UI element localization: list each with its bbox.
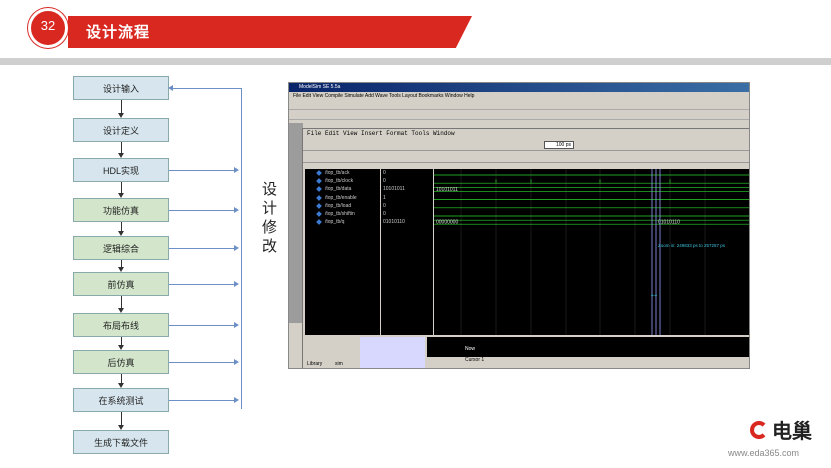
flow-step: 逻辑综合 <box>73 236 169 260</box>
design-modify-label: 设计修改 <box>262 181 278 255</box>
flow-connector <box>121 374 122 383</box>
zoom-note: Zoom in: 249833 ps to 257257 ps <box>658 243 726 248</box>
signal-value: 0 <box>383 170 386 176</box>
wave-status-area: Now Cursor 1 Library sim <box>305 337 749 368</box>
feedback-line <box>241 89 242 409</box>
cursor-label: Cursor 1 <box>465 357 484 363</box>
signal-value: 0 <box>383 178 386 185</box>
flow-step: 前仿真 <box>73 272 169 296</box>
zoom-arrow-icon: ↔ <box>649 289 659 300</box>
wave-toolbar-2 <box>303 151 749 163</box>
flow-connector <box>121 296 122 308</box>
brand-logo-icon <box>750 420 768 439</box>
header-divider <box>0 58 831 65</box>
bus-label: 00000000 <box>436 220 458 226</box>
slide-title: 设计流程 <box>86 24 151 41</box>
feedback-arrow <box>169 359 239 365</box>
signal-name[interactable]: /top_tb/shiftin <box>305 210 380 218</box>
signal-value: 10101011 <box>383 186 405 193</box>
wave-toolbar: 100 ps <box>303 139 749 151</box>
signal-name[interactable]: /top_tb/load <box>305 202 380 210</box>
feedback-arrow <box>169 207 239 213</box>
flow-connector <box>121 260 122 267</box>
feedback-arrow <box>169 245 239 251</box>
library-tab: Library <box>307 361 323 367</box>
modelsim-toolbar <box>289 100 749 110</box>
signal-value: 01010110 <box>383 219 405 226</box>
bus-label: 10101011 <box>436 187 458 193</box>
signal-name[interactable]: /top_tb/data <box>305 185 380 193</box>
cursor-bar: Now Cursor 1 Library sim <box>307 337 749 368</box>
bus-label: 01010110 <box>658 220 680 226</box>
waveform-area: 10101011 00000000 01010110 Zoom in: 249833 … <box>434 169 749 335</box>
flow-step: 后仿真 <box>73 350 169 374</box>
brand-url: www.eda365.com <box>728 448 800 458</box>
signal-name[interactable]: /top_tb/ack <box>305 169 380 177</box>
modelsim-toolbar-2 <box>289 110 749 120</box>
flow-connector <box>121 337 122 345</box>
flow-connector <box>121 182 122 193</box>
signal-value: 0 <box>383 202 386 209</box>
brand-logo: 电巢 <box>750 415 812 444</box>
zoom-input[interactable]: 100 ps <box>544 141 574 149</box>
signal-name[interactable]: /top_tb/enable <box>305 194 380 202</box>
signal-name[interactable]: /top_tb/clock <box>305 177 380 185</box>
signal-names: /top_tb/ack/top_tb/clock/top_tb/data/top… <box>305 169 380 335</box>
flow-connector <box>121 222 122 231</box>
feedback-arrow-top <box>168 85 242 91</box>
flow-step: 设计输入 <box>73 76 169 100</box>
feedback-arrow <box>169 281 239 287</box>
signal-value: 1 <box>383 194 386 201</box>
flow-step: 设计定义 <box>73 118 169 142</box>
flow-step: 功能仿真 <box>73 198 169 222</box>
flow-connector <box>121 412 122 425</box>
modelsim-titlebar: ModelSim SE 5.5a <box>289 83 749 92</box>
flow-connector <box>121 142 122 153</box>
slide-header: 32 设计流程 <box>0 0 831 65</box>
now-label: Now <box>465 346 475 352</box>
feedback-arrow <box>169 322 239 328</box>
signal-name[interactable]: /top_tb/q <box>305 218 380 226</box>
feedback-arrow <box>169 167 239 173</box>
modelsim-screenshot: ModelSim SE 5.5a File Edit View Compile … <box>288 82 750 369</box>
brand-name: 电巢 <box>772 421 812 443</box>
modelsim-menubar: File Edit View Compile Simulate Add Wave… <box>289 92 749 100</box>
flow-connector <box>121 100 122 113</box>
wave-menubar: File Edit View Insert Format Tools Windo… <box>307 130 455 137</box>
flow-step: 在系统测试 <box>73 388 169 412</box>
sim-tab: sim <box>335 361 343 367</box>
slide-number-badge: 32 <box>28 8 68 48</box>
library-panel <box>289 123 303 323</box>
signal-value: 0 <box>383 210 386 217</box>
wave-window: File Edit View Insert Format Tools Windo… <box>302 128 749 368</box>
feedback-arrow <box>169 397 239 403</box>
flow-step: 布局布线 <box>73 313 169 337</box>
signal-values: 0 0 10101011 1 0 0 01010110 <box>381 169 433 335</box>
flow-step: 生成下载文件 <box>73 430 169 454</box>
flow-step: HDL实现 <box>73 158 169 182</box>
